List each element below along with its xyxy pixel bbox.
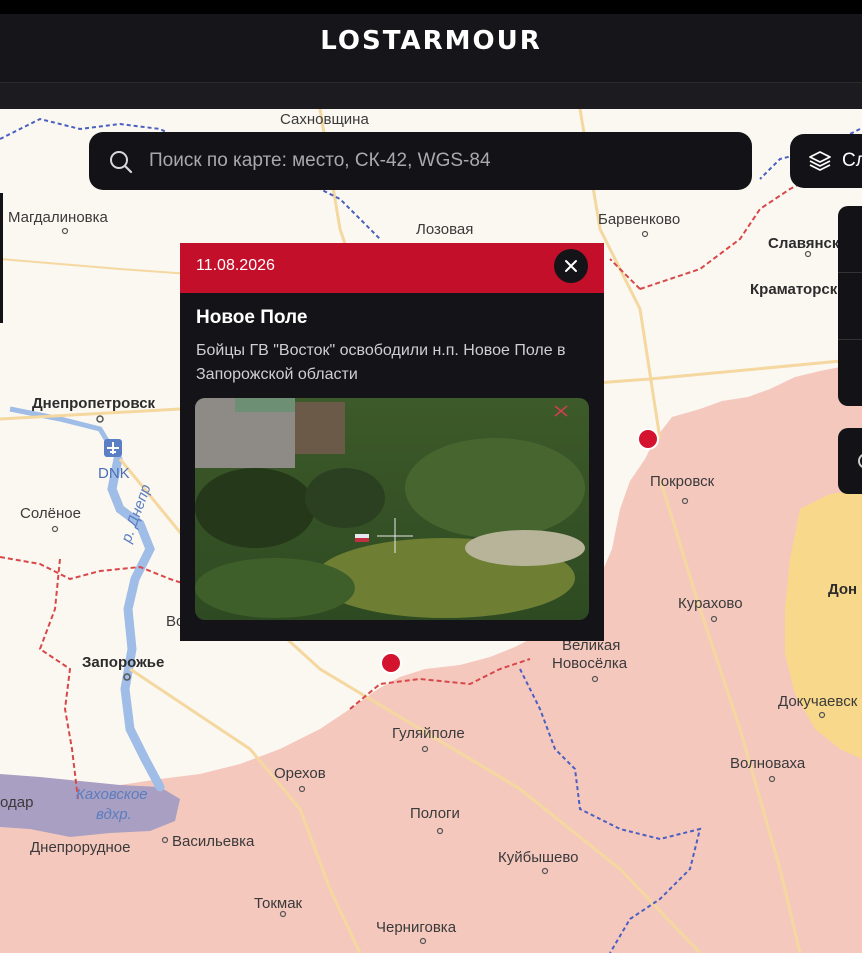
app-logo[interactable]: LOSTARMOUR [0,26,862,56]
map-label-don: Дон [828,581,858,598]
app-header: LOSTARMOUR [0,14,862,83]
map-label-barvenkovo: Барвенково [598,211,681,228]
map-label-slavyansk: Славянск [768,235,840,252]
map-label-kakhovka: Каховское [76,786,148,803]
layers-button[interactable]: Сл [790,134,862,188]
layers-icon [809,151,831,171]
map-label-gulyaipole: Гуляйполе [392,725,465,742]
map-label-pologi: Пологи [410,805,460,822]
locate-icon [858,454,862,468]
map-label-dnepropetrovsk: Днепропетровск [32,395,156,412]
popup-description: Бойцы ГВ "Восток" освободили н.п. Новое … [196,342,566,383]
event-marker[interactable] [637,428,659,450]
map-label-reservoir: вдхр. [96,806,132,823]
map-control-button[interactable] [838,428,862,494]
map-label-odar: одар [0,794,34,811]
close-icon [565,260,577,272]
popup-header: 11.08.2026 [180,243,604,293]
search-icon [110,151,133,174]
close-button[interactable] [554,249,588,283]
map-label-kramatorsk: Краматорск [750,281,838,298]
map-controls-panel[interactable] [838,206,862,406]
map-label-lozovaya: Лозовая [416,221,474,238]
event-popup: 11.08.2026 Новое Поле Бойцы ГВ "Восток" … [180,243,604,641]
map-label-dneprorudnoe: Днепрорудное [30,839,131,856]
map-label-kurakhovo: Курахово [678,595,743,612]
map-label-dnk: DNK [98,465,130,482]
layers-label: Сл [842,150,862,171]
sub-toolbar [0,83,862,109]
map-search-bar[interactable] [89,132,752,190]
airport-icon [104,439,122,457]
popup-date: 11.08.2026 [196,257,275,274]
map-label-dokuchaevsk: Докучаевск [778,693,858,710]
search-input[interactable] [149,150,709,172]
drone-footage-image [195,398,589,620]
map-label-chernigovka: Черниговка [376,919,457,936]
map-label-zaporozhye: Запорожье [82,654,165,671]
event-marker-selected[interactable] [380,652,402,674]
map-label-sakhnovshchina: Сахновщина [280,111,369,128]
map-label-solenoe: Солёное [20,505,81,522]
map-label-volnovakha: Волноваха [730,755,806,772]
map-label-pokrovsk: Покровск [650,473,715,490]
status-bar [0,0,862,14]
map-label-orekhov: Орехов [274,765,326,782]
popup-title: Новое Поле [196,307,308,328]
map-label-kuibyshevo: Куйбышево [498,849,579,866]
map-label-vasilevka: Васильевка [172,833,255,850]
region-border [0,556,201,590]
left-panel-edge[interactable] [0,193,3,323]
map-label-novoselka: Новосёлка [552,655,628,672]
map-label-magdalinovka: Магдалиновка [8,209,108,226]
map-label-tokmak: Токмак [254,895,303,912]
popup-video-thumbnail[interactable] [195,398,589,620]
